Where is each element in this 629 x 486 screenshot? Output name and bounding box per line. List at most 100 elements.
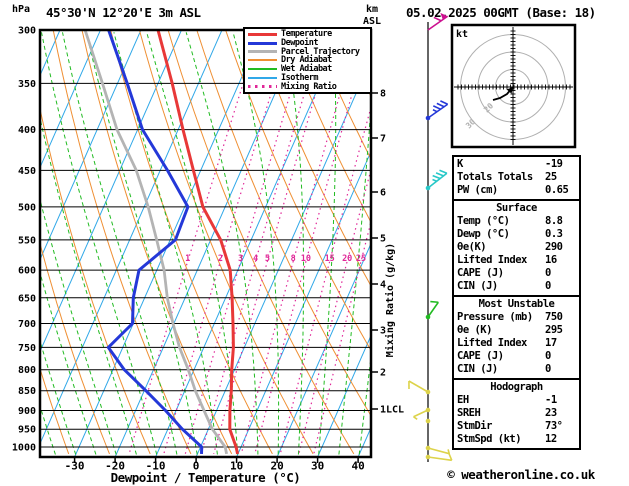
panel-row-value: 23 bbox=[545, 407, 557, 419]
indices-panel: K -19 Totals Totals 25 PW (cm) 0.65 Surface Tem… bbox=[452, 155, 581, 450]
svg-text:20: 20 bbox=[342, 254, 352, 264]
panel-row: CAPE (J) 0 bbox=[454, 267, 579, 280]
svg-text:km: km bbox=[366, 4, 378, 15]
svg-text:450: 450 bbox=[18, 166, 36, 177]
panel-row-label: θe(K) bbox=[457, 241, 487, 253]
svg-text:10: 10 bbox=[301, 254, 311, 264]
wind-barb bbox=[425, 169, 448, 191]
panel-row-value: 0 bbox=[545, 280, 551, 292]
svg-text:750: 750 bbox=[18, 343, 36, 354]
svg-text:2: 2 bbox=[218, 254, 223, 264]
svg-text:20: 20 bbox=[482, 101, 495, 114]
panel-row-label: CIN (J) bbox=[457, 363, 498, 375]
panel-row-label: PW (cm) bbox=[457, 184, 498, 196]
panel-row-label: StmSpd (kt) bbox=[457, 433, 522, 445]
svg-text:5: 5 bbox=[265, 254, 270, 264]
parcel-line-sample bbox=[248, 50, 277, 54]
panel-row-value: 0 bbox=[545, 267, 551, 279]
legend-item-label: Mixing Ratio bbox=[281, 81, 337, 92]
svg-text:8: 8 bbox=[380, 89, 386, 100]
panel-row-value: 8.8 bbox=[545, 215, 563, 227]
svg-text:900: 900 bbox=[18, 406, 36, 417]
svg-text:350: 350 bbox=[18, 79, 36, 90]
panel-row: Lifted Index 16 bbox=[454, 254, 579, 267]
panel-row-label: EH bbox=[457, 394, 469, 406]
legend: Temperature Dewpoint Parcel Trajectory Dry … bbox=[243, 27, 372, 94]
panel-row-value: 0 bbox=[545, 363, 551, 375]
panel-box-header: Surface bbox=[496, 202, 537, 214]
panel-row: CIN (J) 0 bbox=[454, 363, 579, 376]
panel-row-label: SREH bbox=[457, 407, 481, 419]
svg-text:25: 25 bbox=[356, 254, 366, 264]
copyright: © weatheronline.co.uk bbox=[447, 467, 595, 482]
panel-row: Totals Totals 25 bbox=[454, 171, 579, 184]
panel-row: PW (cm) 0.65 bbox=[454, 184, 579, 197]
panel-box: K -19 Totals Totals 25 PW (cm) 0.65 bbox=[452, 155, 581, 201]
svg-text:1000: 1000 bbox=[12, 443, 36, 454]
svg-text:700: 700 bbox=[18, 319, 36, 330]
wind-barb bbox=[427, 12, 449, 31]
panel-row-value: 12 bbox=[545, 433, 557, 445]
panel-row: CIN (J) 0 bbox=[454, 280, 579, 293]
panel-row: CAPE (J) 0 bbox=[454, 350, 579, 363]
mixing-ratio-labels: 1 2 3 4 5 8 10 15 20 25 bbox=[185, 254, 366, 264]
mixing-ratio-line-sample bbox=[248, 85, 277, 88]
panel-row-label: Totals Totals bbox=[457, 171, 533, 183]
wind-barb bbox=[425, 100, 449, 121]
panel-row-value: 750 bbox=[545, 311, 563, 323]
panel-row-value: 0.3 bbox=[545, 228, 563, 240]
svg-text:1LCL: 1LCL bbox=[380, 405, 404, 416]
panel-row-label: Pressure (mb) bbox=[457, 311, 533, 323]
dewpoint-line-sample bbox=[248, 41, 277, 45]
hodograph-unit-label: kt bbox=[456, 29, 468, 40]
panel-row: EH -1 bbox=[454, 394, 579, 407]
temperature-line-sample bbox=[248, 32, 277, 36]
svg-text:400: 400 bbox=[18, 125, 36, 136]
panel-row: StmSpd (kt) 12 bbox=[454, 433, 579, 446]
svg-text:8: 8 bbox=[291, 254, 296, 264]
svg-text:7: 7 bbox=[380, 134, 386, 145]
svg-text:30: 30 bbox=[464, 117, 477, 130]
svg-text:650: 650 bbox=[18, 293, 36, 304]
panel-row-value: 25 bbox=[545, 171, 557, 183]
wind-barb-column bbox=[408, 12, 453, 462]
panel-row: StmDir 73° bbox=[454, 420, 579, 433]
panel-row: θe(K) 290 bbox=[454, 241, 579, 254]
panel-row-label: CAPE (J) bbox=[457, 350, 504, 362]
panel-row-value: -19 bbox=[545, 158, 563, 170]
panel-box-header: Hodograph bbox=[490, 381, 543, 393]
svg-text:950: 950 bbox=[18, 425, 36, 436]
panel-box: Surface Temp (°C) 8.8 Dewp (°C) 0.3 θe(K) 290 L… bbox=[452, 199, 581, 297]
panel-row: Temp (°C) 8.8 bbox=[454, 215, 579, 228]
wind-barb bbox=[425, 445, 451, 455]
wet-adiabat-line-sample bbox=[248, 68, 277, 71]
panel-row-value: 0 bbox=[545, 350, 551, 362]
svg-text:550: 550 bbox=[18, 235, 36, 246]
svg-text:1: 1 bbox=[185, 254, 190, 264]
panel-row-label: θe (K) bbox=[457, 324, 492, 336]
svg-text:15: 15 bbox=[325, 254, 335, 264]
legend-item: Mixing Ratio bbox=[248, 81, 370, 92]
panel-row-label: Lifted Index bbox=[457, 254, 527, 266]
svg-text:300: 300 bbox=[18, 26, 36, 37]
svg-text:600: 600 bbox=[18, 266, 36, 277]
pressure-tick-labels: 300 350 400 450 500 550 600 650 700 750 800 850 900 9… bbox=[12, 26, 36, 454]
svg-text:850: 850 bbox=[18, 386, 36, 397]
panel-row-value: 0.65 bbox=[545, 184, 569, 196]
svg-text:800: 800 bbox=[18, 365, 36, 376]
panel-row-value: 17 bbox=[545, 337, 557, 349]
sounding-page: 45°30'N 12°20'E 3m ASL 05.02.2025 00GMT … bbox=[0, 0, 629, 486]
wind-barb bbox=[425, 418, 431, 424]
panel-row: Dewp (°C) 0.3 bbox=[454, 228, 579, 241]
hodograph: 20 30 kt bbox=[450, 23, 577, 149]
svg-text:4: 4 bbox=[253, 254, 258, 264]
panel-row-label: CIN (J) bbox=[457, 280, 498, 292]
panel-row-label: CAPE (J) bbox=[457, 267, 504, 279]
panel-row-label: StmDir bbox=[457, 420, 492, 432]
svg-text:6: 6 bbox=[380, 188, 386, 199]
svg-text:500: 500 bbox=[18, 202, 36, 213]
panel-row: Lifted Index 17 bbox=[454, 337, 579, 350]
isotherm-line-sample bbox=[248, 76, 277, 79]
dry-adiabat-line-sample bbox=[248, 59, 277, 62]
panel-row-value: 73° bbox=[545, 420, 563, 432]
